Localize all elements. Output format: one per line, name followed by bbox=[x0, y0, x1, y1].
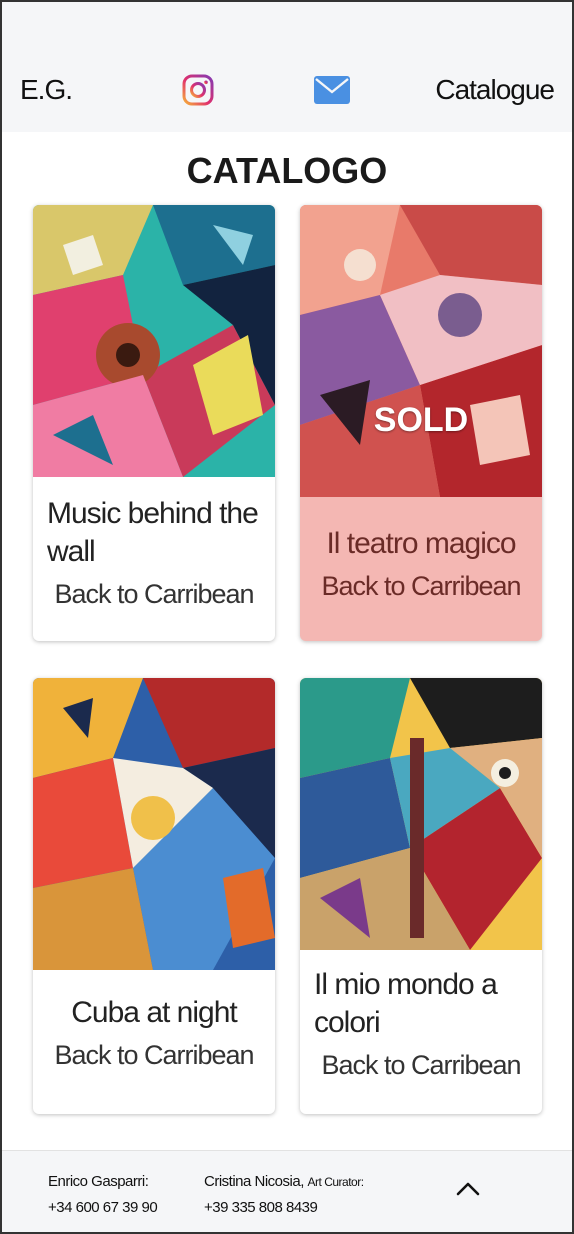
sold-badge: SOLD bbox=[373, 401, 469, 439]
page-title: CATALOGO bbox=[186, 150, 388, 191]
contact-name: Enrico Gasparri: bbox=[48, 1173, 149, 1190]
chevron-up-icon[interactable] bbox=[454, 1179, 482, 1199]
catalogue-card-il-teatro-magico[interactable]: SOLD Il teatro magico Back to Carribean bbox=[300, 205, 542, 641]
card-title: Il mio mondo a colori bbox=[314, 968, 498, 1039]
artwork-image bbox=[33, 205, 275, 477]
contact-enrico: Enrico Gasparri: +34 600 67 39 90 bbox=[48, 1169, 158, 1221]
nav-catalogue-link[interactable]: Catalogue bbox=[435, 74, 555, 106]
footer-bar: Enrico Gasparri: +34 600 67 39 90 Cristi… bbox=[2, 1150, 572, 1232]
artwork-image bbox=[300, 678, 542, 950]
brand-logo[interactable]: E.G. bbox=[20, 74, 73, 106]
catalogue-card-cuba-at-night[interactable]: Cuba at night Back to Carribean bbox=[33, 678, 275, 1114]
site-header: E.G. Catalogue bbox=[2, 2, 572, 132]
card-title: Il teatro magico bbox=[326, 527, 516, 560]
contact-name-line: Cristina Nicosia, Art Curator: bbox=[204, 1169, 364, 1195]
card-title: Music behind the wall bbox=[47, 497, 259, 568]
artwork-image bbox=[33, 678, 275, 970]
card-subtitle: Back to Carribean bbox=[321, 1050, 521, 1080]
card-subtitle: Back to Carribean bbox=[54, 579, 254, 609]
instagram-icon[interactable] bbox=[182, 74, 214, 106]
contact-cristina: Cristina Nicosia, Art Curator: +39 335 8… bbox=[204, 1169, 364, 1221]
contact-phone[interactable]: +34 600 67 39 90 bbox=[48, 1195, 158, 1221]
mail-icon[interactable] bbox=[314, 76, 350, 104]
artwork-image: SOLD bbox=[300, 205, 542, 497]
card-subtitle: Back to Carribean bbox=[54, 1040, 254, 1070]
card-subtitle: Back to Carribean bbox=[321, 571, 521, 601]
contact-name: Cristina Nicosia, bbox=[204, 1173, 304, 1190]
catalogue-card-il-mio-mondo-a-colori[interactable]: Il mio mondo a colori Back to Carribean bbox=[300, 678, 542, 1114]
contact-role: Art Curator: bbox=[307, 1175, 365, 1189]
contact-phone[interactable]: +39 335 808 8439 bbox=[204, 1195, 364, 1221]
card-title: Cuba at night bbox=[71, 996, 237, 1029]
catalogue-card-music-behind-the-wall[interactable]: Music behind the wall Back to Carribean bbox=[33, 205, 275, 641]
